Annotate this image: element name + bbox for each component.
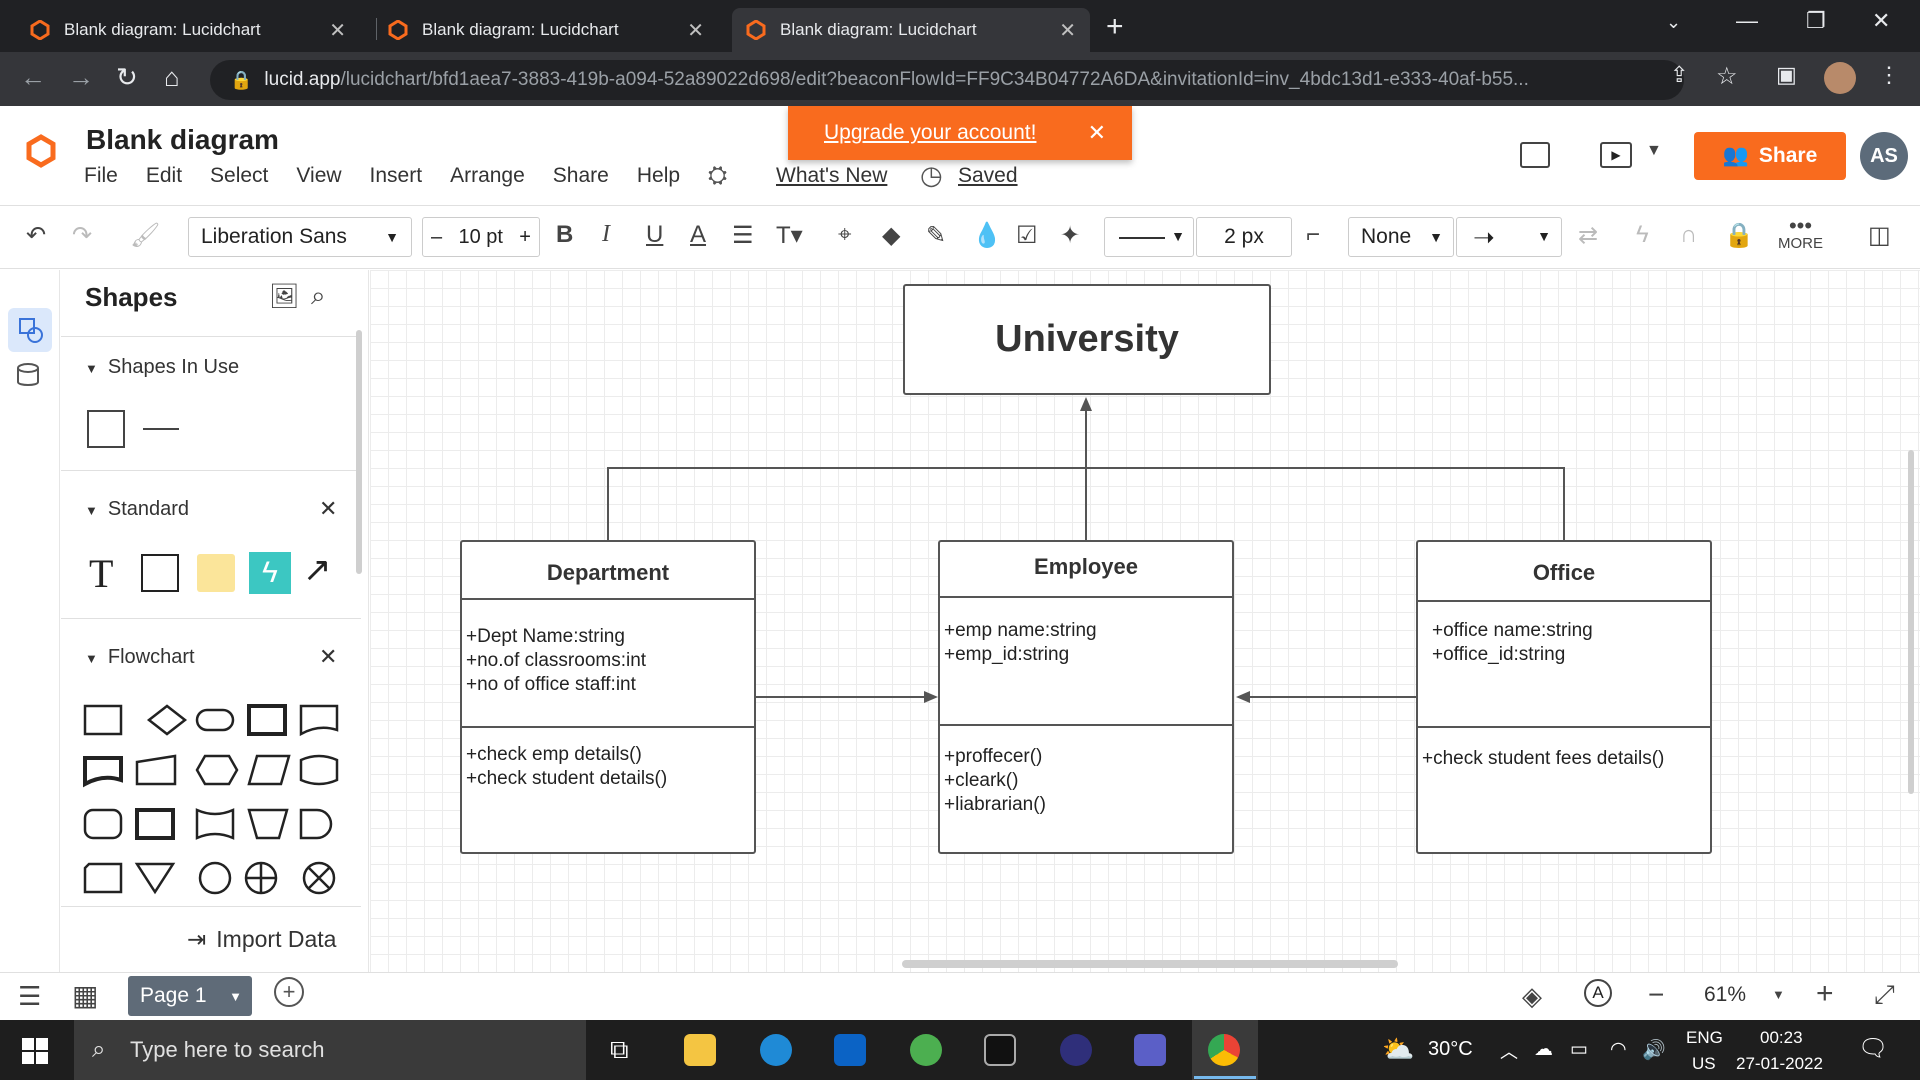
method: +check student fees details() (1422, 748, 1665, 769)
bottom-bar: ☰ ▦ Page 1 ▼ + ◈ A − 61% ▼ + ⤢ (0, 972, 1920, 1020)
clock-date[interactable]: 27-01-2022 (1736, 1054, 1823, 1074)
university-shape[interactable]: University (903, 284, 1271, 395)
weather-icon[interactable]: ⛅ (1382, 1034, 1414, 1065)
arrowhead-employee-right (1236, 691, 1250, 703)
layers-icon[interactable]: ◈ (1522, 981, 1542, 1012)
method: +check emp details() (466, 744, 642, 765)
wifi-icon[interactable]: ◠ (1610, 1038, 1627, 1061)
page-label: Page 1 (140, 984, 207, 1007)
attribute: +emp_id:string (944, 644, 1070, 665)
language-secondary[interactable]: US (1692, 1054, 1716, 1074)
zoom-dropdown-icon[interactable]: ▼ (1772, 987, 1785, 1002)
attribute: +no of office staff:int (466, 674, 636, 695)
arrowhead-university (1080, 397, 1092, 411)
eclipse-icon[interactable] (1060, 1034, 1092, 1066)
chevron-down-icon[interactable]: ▼ (229, 989, 242, 1004)
method: +proffecer() (944, 746, 1043, 767)
zoom-level[interactable]: 61% (1704, 983, 1746, 1007)
zoom-out-icon[interactable]: − (1648, 979, 1664, 1011)
outlook-icon[interactable] (834, 1034, 866, 1066)
page-list-icon[interactable]: ☰ (18, 981, 41, 1012)
file-explorer-icon[interactable] (684, 1034, 716, 1066)
edge-icon[interactable] (760, 1034, 792, 1066)
temperature[interactable]: 30°C (1428, 1038, 1473, 1061)
windows-taskbar: ⌕ Type here to search ⧉ ⛅ 30°C ︿ ☁ ▭ ◠ 🔊… (0, 1020, 1920, 1080)
notifications-icon[interactable]: 🗨 (1858, 1034, 1888, 1063)
attribute: +emp name:string (944, 620, 1097, 641)
employee-class[interactable]: Employee +emp name:string +emp_id:string… (938, 540, 1234, 854)
method: +check student details() (466, 768, 668, 789)
volume-icon[interactable]: 🔊 (1642, 1038, 1666, 1062)
class-divider (1418, 726, 1710, 728)
class-title: Office (1532, 560, 1596, 585)
search-icon: ⌕ (92, 1036, 106, 1063)
globe-app-icon[interactable] (910, 1034, 942, 1066)
office-class[interactable]: Office +office name:string +office_id:st… (1416, 540, 1712, 854)
language-primary[interactable]: ENG (1686, 1028, 1723, 1048)
class-title: Department (546, 560, 670, 585)
zoom-in-icon[interactable]: + (1816, 977, 1834, 1011)
battery-icon[interactable]: ▭ (1570, 1038, 1588, 1061)
attribute: +office name:string (1432, 620, 1593, 641)
canvas-horizontal-scrollbar[interactable] (902, 960, 1398, 968)
class-divider (462, 598, 754, 600)
attribute: +office_id:string (1432, 644, 1566, 665)
chrome-icon[interactable] (1208, 1034, 1240, 1066)
class-divider (940, 596, 1232, 598)
fullscreen-icon[interactable]: ⤢ (1874, 979, 1895, 1011)
arrowhead-employee-left (924, 691, 938, 703)
search-placeholder: Type here to search (130, 1037, 325, 1062)
page-tab[interactable]: Page 1 ▼ (128, 976, 252, 1016)
terminal-icon[interactable] (984, 1034, 1016, 1066)
method: +liabrarian() (944, 794, 1046, 815)
department-class[interactable]: Department +Dept Name:string +no.of clas… (460, 540, 756, 854)
accessibility-icon[interactable]: A (1584, 979, 1612, 1007)
active-app-indicator (1194, 1076, 1256, 1079)
attribute: +Dept Name:string (466, 626, 625, 647)
grid-view-icon[interactable]: ▦ (72, 979, 98, 1012)
tray-chevron-icon[interactable]: ︿ (1500, 1038, 1518, 1064)
clock-time[interactable]: 00:23 (1760, 1028, 1803, 1048)
task-view-icon[interactable]: ⧉ (610, 1034, 629, 1066)
canvas-vertical-scrollbar[interactable] (1908, 450, 1914, 794)
taskbar-search-input[interactable]: ⌕ Type here to search (74, 1020, 586, 1080)
class-title: Employee (1034, 554, 1138, 579)
onedrive-icon[interactable]: ☁ (1534, 1038, 1553, 1061)
class-divider (1418, 600, 1710, 602)
class-divider (462, 726, 754, 728)
add-page-icon[interactable]: + (274, 977, 304, 1007)
class-divider (940, 724, 1232, 726)
windows-start-icon[interactable] (22, 1038, 48, 1064)
teams-icon[interactable] (1134, 1034, 1166, 1066)
method: +cleark() (944, 770, 1019, 791)
attribute: +no.of classrooms:int (466, 650, 647, 671)
